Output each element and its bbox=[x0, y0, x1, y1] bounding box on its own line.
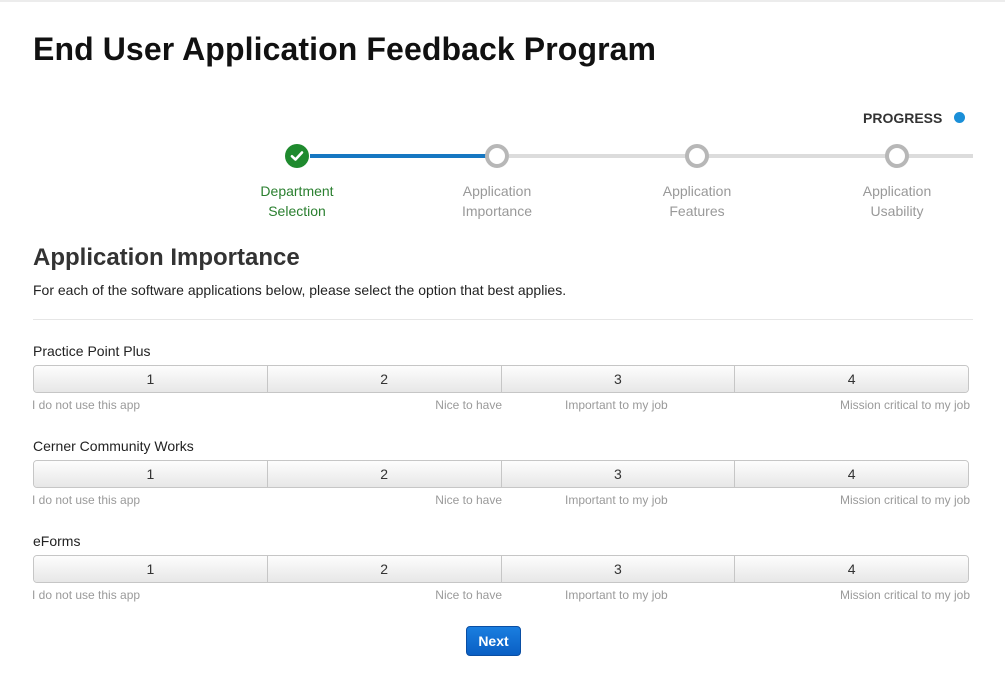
divider bbox=[33, 319, 973, 320]
scale-label-max: Mission critical to my job bbox=[839, 493, 970, 507]
rating-option-2[interactable]: 2 bbox=[267, 366, 502, 392]
rating-button-group: 1 2 3 4 bbox=[33, 460, 969, 488]
rating-option-2[interactable]: 2 bbox=[267, 556, 502, 582]
step-1-checkmark-icon bbox=[285, 144, 309, 168]
app-name: Cerner Community Works bbox=[33, 438, 194, 454]
rating-button-group: 1 2 3 4 bbox=[33, 365, 969, 393]
rating-option-4[interactable]: 4 bbox=[735, 461, 968, 487]
step-label-line2: Selection bbox=[268, 203, 326, 219]
step-label-line1: Application bbox=[662, 183, 732, 199]
scale-label-min: I do not use this app bbox=[32, 588, 141, 602]
page-title: End User Application Feedback Program bbox=[33, 31, 657, 67]
step-label-line1: Application bbox=[862, 183, 932, 199]
app-name: eForms bbox=[33, 533, 81, 549]
rating-option-2[interactable]: 2 bbox=[267, 461, 502, 487]
section-description: For each of the software applications be… bbox=[33, 282, 567, 298]
step-2-circle-icon bbox=[485, 144, 509, 168]
step-label-line2: Usability bbox=[870, 203, 924, 219]
rating-option-3[interactable]: 3 bbox=[501, 556, 736, 582]
app-rating-practice-point-plus: Practice Point Plus 1 2 3 4 I do not use… bbox=[32, 343, 970, 412]
scale-label-important: Important to my job bbox=[565, 588, 668, 602]
section-title: Application Importance bbox=[33, 244, 300, 271]
app-rating-cerner-community-works: Cerner Community Works 1 2 3 4 I do not … bbox=[32, 438, 970, 507]
step-label-line2: Importance bbox=[461, 203, 533, 219]
step-4-circle-icon bbox=[885, 144, 909, 168]
scale-label-important: Important to my job bbox=[565, 493, 668, 507]
step-label-line1: Department bbox=[260, 183, 334, 199]
scale-label-important: Important to my job bbox=[565, 398, 668, 412]
next-button[interactable]: Next bbox=[466, 626, 521, 656]
step-application-usability: Application Usability bbox=[827, 181, 967, 221]
rating-option-3[interactable]: 3 bbox=[501, 461, 736, 487]
rating-button-group: 1 2 3 4 bbox=[33, 555, 969, 583]
rating-option-3[interactable]: 3 bbox=[501, 366, 736, 392]
scale-label-min: I do not use this app bbox=[32, 398, 141, 412]
step-3-circle-icon bbox=[685, 144, 709, 168]
scale-label-max: Mission critical to my job bbox=[839, 588, 970, 602]
rating-option-4[interactable]: 4 bbox=[735, 366, 968, 392]
rating-option-1[interactable]: 1 bbox=[34, 556, 268, 582]
progress-dot-icon bbox=[954, 112, 965, 123]
rating-option-4[interactable]: 4 bbox=[735, 556, 968, 582]
app-rating-eforms: eForms 1 2 3 4 I do not use this app Nic… bbox=[32, 533, 970, 602]
step-label-line1: Application bbox=[462, 183, 532, 199]
progress-track-completed bbox=[310, 154, 486, 158]
scale-label-max: Mission critical to my job bbox=[839, 398, 970, 412]
rating-option-1[interactable]: 1 bbox=[34, 461, 268, 487]
rating-option-1[interactable]: 1 bbox=[34, 366, 268, 392]
top-border bbox=[0, 0, 1005, 2]
app-name: Practice Point Plus bbox=[33, 343, 151, 359]
step-label-line2: Features bbox=[669, 203, 725, 219]
scale-label-nice: Nice to have bbox=[435, 398, 502, 412]
step-department-selection[interactable]: Department Selection bbox=[227, 181, 367, 221]
scale-label-nice: Nice to have bbox=[435, 588, 502, 602]
scale-label-nice: Nice to have bbox=[435, 493, 502, 507]
progress-label: PROGRESS bbox=[863, 110, 943, 126]
scale-label-min: I do not use this app bbox=[32, 493, 141, 507]
step-application-importance: Application Importance bbox=[427, 181, 567, 221]
step-application-features: Application Features bbox=[627, 181, 767, 221]
